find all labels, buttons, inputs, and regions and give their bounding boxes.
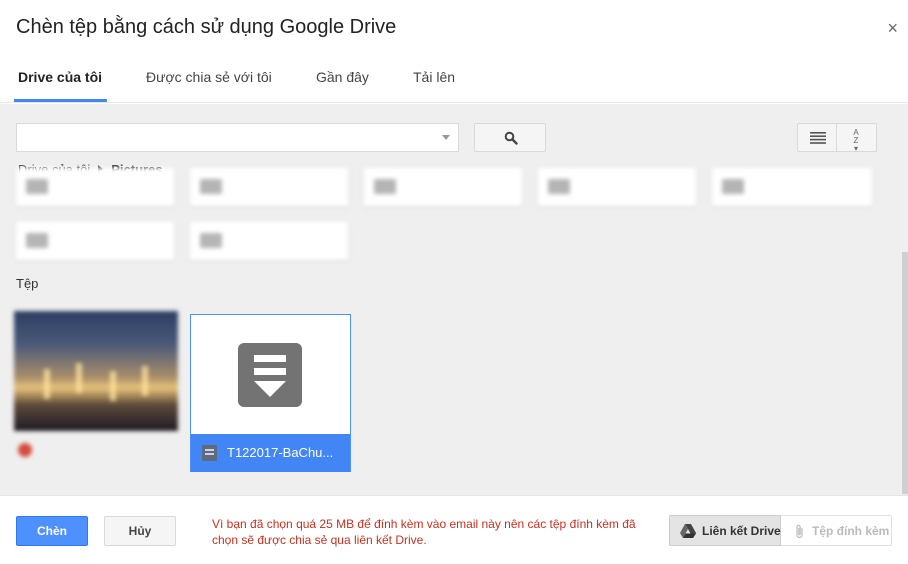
close-icon[interactable]: × (887, 18, 898, 39)
folder-tile[interactable] (190, 222, 348, 260)
dialog-header: Chèn tệp bằng cách sử dụng Google Drive … (0, 0, 908, 56)
folder-tile[interactable] (712, 168, 872, 206)
tab-upload[interactable]: Tải lên (413, 69, 455, 85)
insert-button[interactable]: Chèn (16, 516, 88, 546)
attachment-button: Tệp đính kèm (781, 515, 892, 546)
dialog-title: Chèn tệp bằng cách sử dụng Google Drive (16, 16, 397, 38)
scrollbar[interactable] (902, 252, 908, 494)
drive-link-label: Liên kết Drive (702, 524, 781, 538)
search-box[interactable] (16, 123, 459, 152)
cancel-button[interactable]: Hủy (104, 516, 176, 546)
tab-shared-with-me[interactable]: Được chia sẻ với tôi (146, 69, 272, 85)
folder-icon (26, 179, 48, 194)
selected-file-card[interactable]: T122017-BaChu... (190, 314, 351, 472)
google-drive-icon (680, 524, 696, 538)
dialog-footer: Chèn Hủy Vì bạn đã chọn quá 25 MB để đín… (0, 495, 908, 564)
search-icon (504, 131, 518, 145)
active-tab-indicator (14, 99, 107, 102)
tab-bar: Drive của tôi Được chia sẻ với tôi Gần đ… (0, 56, 908, 103)
sort-az-icon: A Z ▾ (853, 128, 859, 153)
search-input[interactable] (17, 124, 437, 151)
list-view-button[interactable] (797, 123, 837, 152)
drive-link-button[interactable]: Liên kết Drive (669, 515, 781, 546)
folder-icon (548, 179, 570, 194)
folder-tile[interactable] (16, 222, 174, 260)
folder-icon (200, 233, 222, 248)
search-options-chevron-down-icon[interactable] (442, 135, 450, 140)
tab-my-drive[interactable]: Drive của tôi (18, 69, 102, 85)
image-file-type-icon (18, 442, 32, 457)
folder-tile[interactable] (364, 168, 522, 206)
list-view-icon (810, 132, 826, 144)
file-browser: AZ▾ Drive của tôiPictures Tệp T122017-Ba… (0, 104, 908, 495)
image-file-caption (18, 442, 48, 457)
image-file-thumbnail[interactable] (14, 311, 178, 431)
selected-file-name: T122017-BaChu... (227, 445, 334, 460)
folder-icon (374, 179, 396, 194)
folder-tile[interactable] (190, 168, 348, 206)
attachment-label: Tệp đính kèm (812, 524, 890, 538)
sort-button[interactable]: A Z ▾ (837, 123, 877, 153)
paperclip-icon (796, 524, 803, 539)
folder-tile[interactable] (16, 168, 174, 206)
folder-icon (200, 179, 222, 194)
files-section-heading: Tệp (16, 276, 39, 291)
tab-recent[interactable]: Gần đây (316, 69, 369, 85)
size-limit-notice: Vì bạn đã chọn quá 25 MB để đính kèm vào… (212, 517, 636, 547)
selected-file-footer: T122017-BaChu... (191, 434, 350, 472)
folder-icon (26, 233, 48, 248)
folder-tile[interactable] (538, 168, 696, 206)
folder-icon (722, 179, 744, 194)
file-type-icon (202, 445, 217, 461)
search-button[interactable] (474, 123, 546, 152)
download-file-icon (238, 343, 302, 407)
